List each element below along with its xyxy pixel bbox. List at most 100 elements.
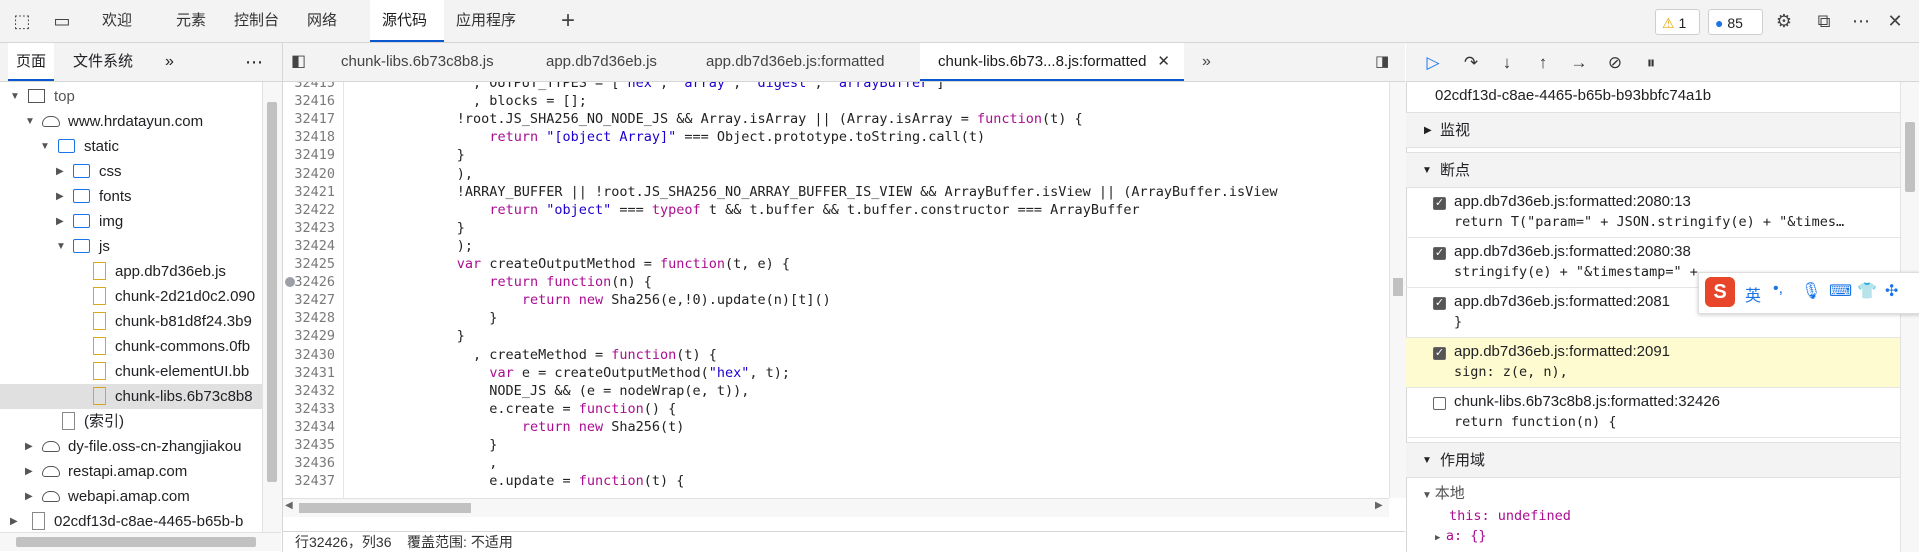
pause-on-exceptions-icon[interactable]: ⏸ [1640, 52, 1662, 74]
resume-icon[interactable]: ▷ [1422, 52, 1444, 74]
toolbox-icon[interactable]: ✣ [1885, 281, 1898, 301]
editor-tab[interactable]: app.db7d36eb.js:formatted [706, 43, 884, 81]
code-line[interactable]: 32417 !root.JS_SHA256_NO_NODE_JS && Arra… [283, 110, 1389, 128]
collapse-triangle-icon[interactable]: ▶ [56, 184, 66, 209]
line-number[interactable]: 32422 [283, 201, 335, 219]
editor-tab[interactable]: chunk-libs.6b73c8b8.js [341, 43, 494, 81]
code-line[interactable]: 32430 , createMethod = function(t) { [283, 346, 1389, 364]
code-line[interactable]: 32415 , OUTPUT_TYPES = ["hex", "array", … [283, 82, 1389, 92]
line-number[interactable]: 32416 [283, 92, 335, 110]
tree-item-folder[interactable]: ▶ img [0, 209, 262, 234]
collapse-triangle-icon[interactable]: ▶ [56, 209, 66, 234]
ime-language[interactable]: 英 [1745, 282, 1761, 306]
editor-vscrollbar[interactable] [1389, 82, 1406, 498]
code-editor[interactable]: 32415 , OUTPUT_TYPES = ["hex", "array", … [283, 82, 1389, 498]
expand-triangle-icon[interactable]: ▼ [56, 234, 66, 259]
code-line[interactable]: 32432 NODE_JS && (e = nodeWrap(e, t)), [283, 382, 1389, 400]
code-line[interactable]: 32429 } [283, 327, 1389, 345]
more-tabs-icon[interactable]: » [1202, 43, 1211, 81]
section-watch[interactable]: ▶ 监视 [1406, 112, 1900, 148]
code-line[interactable]: 32420 ), [283, 165, 1389, 183]
scrollbar-thumb[interactable] [299, 503, 471, 513]
code-line[interactable]: 32421 !ARRAY_BUFFER || !root.JS_SHA256_N… [283, 183, 1389, 201]
tree-item-folder[interactable]: ▼ js [0, 234, 262, 259]
collapse-triangle-icon[interactable]: ▶ [25, 484, 35, 509]
tree-item-folder[interactable]: ▼ static [0, 134, 262, 159]
navigator-menu-icon[interactable]: ⋯ [245, 43, 263, 81]
code-line[interactable]: 32423 } [283, 219, 1389, 237]
line-number[interactable]: 32437 [283, 472, 335, 490]
inspect-element-icon[interactable]: ⬚ [10, 9, 34, 33]
line-number[interactable]: 32424 [283, 237, 335, 255]
debugger-scrollbar[interactable] [1900, 82, 1919, 552]
expand-triangle-icon[interactable]: ▼ [25, 109, 35, 134]
scope-local[interactable]: ▼ 本地 [1422, 482, 1465, 503]
line-number[interactable]: 32429 [283, 327, 335, 345]
scope-a[interactable]: ▶ a: {} [1435, 528, 1486, 544]
tree-item-domain[interactable]: ▼ www.hrdatayun.com [0, 109, 262, 134]
line-number[interactable]: 32418 [283, 128, 335, 146]
line-number[interactable]: 32423 [283, 219, 335, 237]
line-number[interactable]: 32433 [283, 400, 335, 418]
scroll-left-icon[interactable]: ◀ [285, 500, 293, 511]
code-line[interactable]: 32425 var createOutputMethod = function(… [283, 255, 1389, 273]
editor-tab-active[interactable]: chunk-libs.6b73...8.js:formatted ✕ [920, 43, 1184, 81]
collapse-triangle-icon[interactable]: ▶ [25, 434, 35, 459]
tree-item-domain[interactable]: ▶ dy-file.oss-cn-zhangjiakou [0, 434, 262, 459]
tree-item-file[interactable]: (索引) [0, 409, 262, 434]
tree-item-domain[interactable]: ▶ restapi.amap.com [0, 459, 262, 484]
skin-icon[interactable]: 👕 [1857, 281, 1877, 301]
line-number[interactable]: 32425 [283, 255, 335, 273]
tree-item-file[interactable]: chunk-elementUI.bb [0, 359, 262, 384]
section-scope[interactable]: ▼ 作用域 [1406, 442, 1900, 478]
punctuation-icon[interactable]: •, [1773, 280, 1783, 298]
tree-item-folder[interactable]: ▶ fonts [0, 184, 262, 209]
expand-triangle-icon[interactable]: ▼ [10, 84, 20, 109]
tree-item-file[interactable]: chunk-commons.0fb [0, 334, 262, 359]
step-into-icon[interactable]: ↓ [1496, 52, 1518, 74]
line-number[interactable]: 32420 [283, 165, 335, 183]
line-number[interactable]: 32432 [283, 382, 335, 400]
scrollbar-thumb[interactable] [1393, 278, 1403, 296]
close-tab-icon[interactable]: ✕ [1157, 43, 1170, 81]
keyboard-icon[interactable]: ⌨ [1829, 281, 1852, 301]
code-line[interactable]: 32428 } [283, 309, 1389, 327]
code-line[interactable]: 32431 var e = createOutputMethod("hex", … [283, 364, 1389, 382]
line-number[interactable]: 32421 [283, 183, 335, 201]
tree-item-file[interactable]: ▶ 02cdf13d-c8ae-4465-b65b-b [0, 509, 262, 534]
code-line[interactable]: 32436 , [283, 454, 1389, 472]
scrollbar-thumb[interactable] [267, 102, 277, 482]
code-line[interactable]: 32426 return function(n) { [283, 273, 1389, 291]
collapse-triangle-icon[interactable]: ▶ [10, 509, 20, 534]
line-number[interactable]: 32430 [283, 346, 335, 364]
microphone-icon[interactable]: 🎙 [1801, 281, 1821, 301]
expand-triangle-icon[interactable]: ▼ [40, 134, 50, 159]
breakpoint-item-hit[interactable]: ✓ app.db7d36eb.js:formatted:2091 sign: z(e… [1406, 338, 1900, 388]
code-line[interactable]: 32416 , blocks = []; [283, 92, 1389, 110]
tab-elements[interactable]: 元素 [176, 0, 206, 42]
step-out-icon[interactable]: ↑ [1532, 52, 1554, 74]
editor-tab[interactable]: app.db7d36eb.js [546, 43, 657, 81]
breakpoint-checkbox[interactable]: ✓ [1433, 247, 1446, 260]
ime-toolbar[interactable]: S 英 •, 🎙 ⌨ 👕 ✣ [1698, 272, 1919, 314]
more-tabs-icon[interactable]: » [165, 43, 174, 81]
code-line[interactable]: 32433 e.create = function() { [283, 400, 1389, 418]
collapse-triangle-icon[interactable]: ▶ [25, 459, 35, 484]
tree-item-top[interactable]: ▼ top [0, 84, 262, 109]
tree-item-file[interactable]: chunk-2d21d0c2.090 [0, 284, 262, 309]
settings-gear-icon[interactable]: ⚙ [1772, 9, 1796, 33]
deactivate-breakpoints-icon[interactable]: ⊘ [1604, 52, 1626, 74]
line-number[interactable]: 32431 [283, 364, 335, 382]
device-toolbar-icon[interactable]: ▭ [50, 9, 74, 33]
line-number[interactable]: 32417 [283, 110, 335, 128]
tab-sources[interactable]: 源代码 [370, 0, 444, 42]
customize-icon[interactable]: ⧉ [1812, 9, 1836, 33]
messages-badge[interactable]: ● 85 [1708, 9, 1763, 35]
tab-console[interactable]: 控制台 [234, 0, 279, 42]
editor-hscrollbar[interactable]: ◀ ▶ [283, 498, 1389, 517]
line-number[interactable]: 32428 [283, 309, 335, 327]
code-line[interactable]: 32435 } [283, 436, 1389, 454]
close-devtools-icon[interactable]: ✕ [1883, 9, 1907, 33]
tree-item-domain[interactable]: ▶ webapi.amap.com [0, 484, 262, 509]
breakpoint-checkbox[interactable]: ✓ [1433, 297, 1446, 310]
